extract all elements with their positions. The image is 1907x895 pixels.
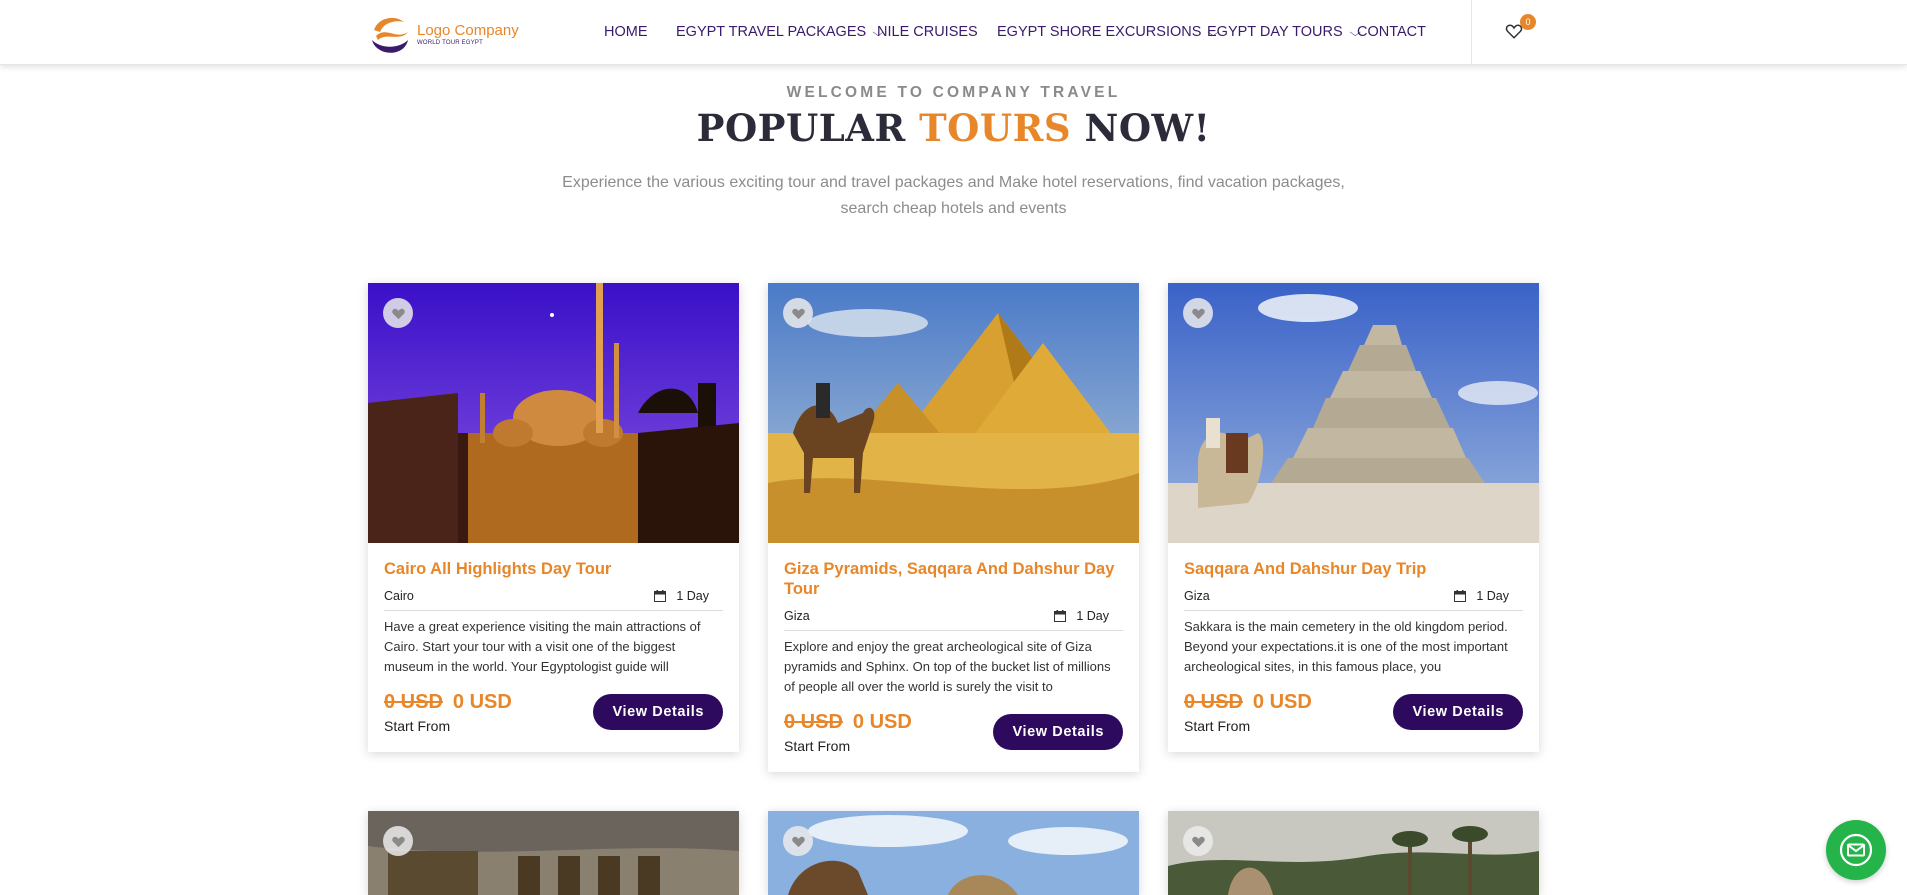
tour-title[interactable]: Giza Pyramids, Saqqara And Dahshur Day T… bbox=[784, 559, 1123, 599]
old-price: 0 USD bbox=[1184, 691, 1243, 713]
nav-cruises-label: NILE CRUISES bbox=[877, 24, 978, 40]
temple-columns-photo bbox=[368, 811, 739, 895]
heart-icon bbox=[1191, 308, 1205, 319]
view-details-button[interactable]: View Details bbox=[593, 694, 723, 730]
view-details-button[interactable]: View Details bbox=[1393, 694, 1523, 730]
heart-icon bbox=[391, 308, 405, 319]
old-price: 0 USD bbox=[784, 711, 843, 733]
calendar-icon bbox=[1454, 590, 1467, 602]
add-to-wishlist-button[interactable] bbox=[1183, 826, 1213, 856]
section-description: Experience the various exciting tour and… bbox=[562, 174, 1345, 217]
tour-location: Giza bbox=[784, 609, 810, 623]
title-part-1: POPULAR bbox=[696, 106, 920, 150]
tour-duration: 1 Day bbox=[1054, 609, 1109, 623]
step-pyramid-photo bbox=[1168, 283, 1539, 543]
logo-swirl-icon bbox=[371, 17, 409, 55]
tour-duration: 1 Day bbox=[654, 589, 709, 603]
tour-image[interactable] bbox=[1168, 811, 1539, 895]
nav-home-label: HOME bbox=[604, 24, 648, 40]
nav-contact[interactable]: CONTACT bbox=[1357, 24, 1426, 40]
tour-card: Cairo All Highlights Day Tour Cairo 1 Da… bbox=[368, 283, 739, 752]
tour-duration-text: 1 Day bbox=[1076, 609, 1109, 623]
current-price: 0 USD bbox=[852, 711, 912, 733]
nav-contact-label: CONTACT bbox=[1357, 24, 1427, 40]
title-part-2: NOW! bbox=[1071, 106, 1211, 150]
view-details-button[interactable]: View Details bbox=[993, 714, 1123, 750]
tour-description: Have a great experience visiting the mai… bbox=[384, 619, 701, 674]
tour-duration: 1 Day bbox=[1454, 589, 1509, 603]
tour-description: Explore and enjoy the great archeologica… bbox=[784, 639, 1111, 694]
heart-icon bbox=[1191, 836, 1205, 847]
tour-meta: Giza 1 Day bbox=[784, 609, 1123, 631]
current-price: 0 USD bbox=[452, 691, 512, 713]
tour-image[interactable] bbox=[768, 283, 1139, 543]
current-price: 0 USD bbox=[1252, 691, 1312, 713]
tour-card bbox=[368, 811, 739, 895]
palm-trees-photo bbox=[1168, 811, 1539, 895]
logo-tagline: WORLD TOUR EGYPT bbox=[417, 39, 483, 46]
sphinx-camel-photo bbox=[768, 811, 1139, 895]
tour-card: Giza Pyramids, Saqqara And Dahshur Day T… bbox=[768, 283, 1139, 772]
nav-divider bbox=[1471, 0, 1472, 65]
tour-pricing: 0 USD 0 USD Start From bbox=[384, 691, 512, 734]
tour-card: Saqqara And Dahshur Day Trip Giza 1 Day … bbox=[1168, 283, 1539, 752]
tour-location: Cairo bbox=[384, 589, 414, 603]
nav-egypt-travel-packages[interactable]: EGYPT TRAVEL PACKAGES ⌵ bbox=[676, 24, 884, 40]
tour-location: Giza bbox=[1184, 589, 1210, 603]
logo-name: Logo Company bbox=[417, 21, 519, 39]
price-note: Start From bbox=[384, 718, 451, 734]
old-price: 0 USD bbox=[384, 691, 443, 713]
tour-duration-text: 1 Day bbox=[676, 589, 709, 603]
calendar-icon bbox=[654, 590, 667, 602]
calendar-icon bbox=[1054, 610, 1067, 622]
nav-nile-cruises[interactable]: NILE CRUISES bbox=[877, 24, 978, 40]
tour-pricing: 0 USD 0 USD Start From bbox=[784, 711, 912, 754]
nav-home[interactable]: HOME bbox=[604, 24, 648, 40]
add-to-wishlist-button[interactable] bbox=[783, 826, 813, 856]
envelope-icon bbox=[1839, 833, 1873, 867]
section-title: POPULAR TOURS NOW! bbox=[0, 106, 1907, 150]
add-to-wishlist-button[interactable] bbox=[383, 826, 413, 856]
nav-egypt-shore-excursions[interactable]: EGYPT SHORE EXCURSIONS ⌵ bbox=[997, 24, 1219, 40]
nav-packages-label: EGYPT TRAVEL PACKAGES bbox=[676, 24, 867, 40]
tour-image[interactable] bbox=[368, 283, 739, 543]
section-eyebrow: WELCOME TO COMPANY TRAVEL bbox=[786, 84, 1121, 101]
tour-pricing: 0 USD 0 USD Start From bbox=[1184, 691, 1312, 734]
top-navigation-bar: Logo Company WORLD TOUR EGYPT HOME EGYPT… bbox=[0, 0, 1907, 65]
tour-duration-text: 1 Day bbox=[1476, 589, 1509, 603]
nav-egypt-day-tours[interactable]: EGYPT DAY TOURS ⌵ bbox=[1207, 24, 1361, 40]
heart-icon bbox=[791, 308, 805, 319]
add-to-wishlist-button[interactable] bbox=[383, 298, 413, 328]
add-to-wishlist-button[interactable] bbox=[783, 298, 813, 328]
giza-pyramids-photo bbox=[768, 283, 1139, 543]
tour-description: Sakkara is the main cemetery in the old … bbox=[1184, 619, 1508, 674]
mosque-night-photo bbox=[368, 283, 739, 543]
title-accent: TOURS bbox=[919, 106, 1072, 150]
heart-icon bbox=[391, 836, 405, 847]
wishlist-count-badge: 0 bbox=[1520, 14, 1536, 30]
tour-card bbox=[1168, 811, 1539, 895]
tour-image[interactable] bbox=[1168, 283, 1539, 543]
nav-day-tours-label: EGYPT DAY TOURS bbox=[1207, 24, 1343, 40]
add-to-wishlist-button[interactable] bbox=[1183, 298, 1213, 328]
nav-excursions-label: EGYPT SHORE EXCURSIONS bbox=[997, 24, 1202, 40]
heart-icon bbox=[791, 836, 805, 847]
tour-card bbox=[768, 811, 1139, 895]
tour-image[interactable] bbox=[368, 811, 739, 895]
tour-title[interactable]: Cairo All Highlights Day Tour bbox=[384, 559, 723, 579]
contact-mail-button[interactable] bbox=[1826, 820, 1886, 880]
company-logo[interactable]: Logo Company WORLD TOUR EGYPT bbox=[366, 10, 536, 58]
tour-meta: Giza 1 Day bbox=[1184, 589, 1523, 611]
price-note: Start From bbox=[1184, 718, 1251, 734]
tour-image[interactable] bbox=[768, 811, 1139, 895]
tour-title[interactable]: Saqqara And Dahshur Day Trip bbox=[1184, 559, 1523, 579]
price-note: Start From bbox=[784, 738, 851, 754]
tour-meta: Cairo 1 Day bbox=[384, 589, 723, 611]
